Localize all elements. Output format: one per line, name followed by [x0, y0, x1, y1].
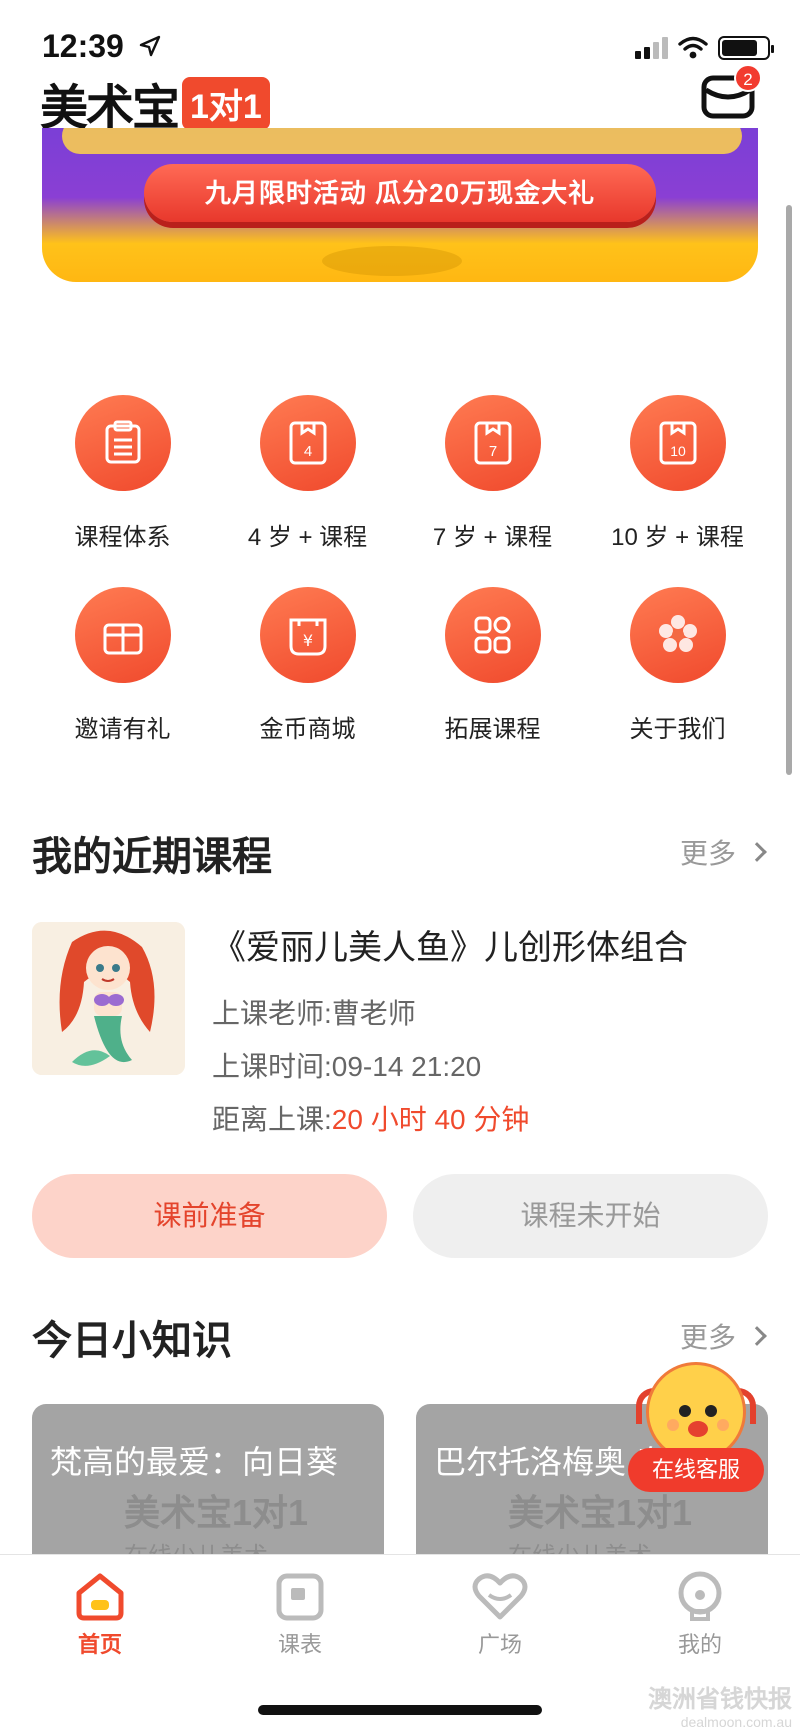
scrollbar[interactable] — [786, 205, 792, 775]
tab-label: 课表 — [277, 1632, 322, 1657]
heart-icon — [472, 1573, 528, 1620]
banner-decoration — [322, 246, 462, 276]
home-indicator[interactable] — [258, 1705, 542, 1715]
course-time: 上课时间:09-14 21:20 — [212, 1051, 482, 1082]
coin-bag-icon: ¥ — [289, 618, 326, 656]
course-teacher: 上课老师:曹老师 — [212, 998, 416, 1029]
more-label: 更多 — [679, 838, 736, 869]
card-watermark-sub: 在线少儿美术 — [124, 1536, 268, 1554]
grid-item-age-7[interactable]: 7 7 岁 + 课程 — [400, 395, 585, 587]
logo-badge: 1对1 — [182, 76, 270, 130]
banner-headline-strip — [62, 128, 742, 154]
home-icon — [76, 1573, 124, 1621]
grid-item-extend-course[interactable]: 拓展课程 — [400, 587, 585, 779]
online-service-float[interactable]: 在线客服 — [628, 1362, 768, 1498]
grid-label: 邀请有礼 — [74, 716, 171, 743]
course-thumbnail[interactable] — [32, 922, 185, 1075]
book-7-icon: 7 — [474, 421, 511, 465]
grid-label: 拓展课程 — [444, 716, 541, 743]
grid-item-about-us[interactable]: 关于我们 — [585, 587, 770, 779]
banner-promo-pill: 九月限时活动 瓜分20万现金大礼 — [144, 164, 656, 222]
status-bar: 12:39 — [0, 0, 800, 70]
svg-text:7: 7 — [488, 443, 496, 460]
schedule-icon — [276, 1573, 324, 1621]
countdown-value: 20 小时 40 分钟 — [331, 1104, 530, 1135]
cellular-signal-icon — [635, 37, 668, 59]
status-time: 12:39 — [42, 28, 124, 64]
tab-label: 首页 — [77, 1632, 122, 1657]
wifi-icon — [678, 36, 708, 59]
tab-mine[interactable]: 我的 — [640, 1571, 760, 1659]
grid-item-coin-mall[interactable]: ¥ 金币商城 — [215, 587, 400, 779]
feature-grid: 课程体系 4 4 岁 + 课程 7 7 岁 + 课程 10 10 岁 + 课程 … — [30, 395, 770, 779]
more-label: 更多 — [679, 1322, 736, 1353]
book-4-icon: 4 — [289, 421, 326, 465]
today-knowledge-title: 今日小知识 — [32, 1319, 232, 1363]
grid-label: 课程体系 — [74, 524, 171, 551]
book-10-icon: 10 — [659, 421, 696, 465]
message-count-badge: 2 — [734, 64, 762, 92]
online-service-button[interactable]: 在线客服 — [628, 1448, 764, 1492]
clipboard-icon — [105, 420, 140, 464]
tab-label: 我的 — [677, 1632, 722, 1657]
svg-text:4: 4 — [303, 443, 311, 460]
mermaid-illustration — [32, 922, 185, 1075]
bottom-tab-bar: 首页 课表 广场 我的 澳洲省钱快报 dealmoon.com.au — [0, 1554, 800, 1733]
tab-label: 广场 — [477, 1632, 522, 1657]
grid-item-age-4[interactable]: 4 4 岁 + 课程 — [215, 395, 400, 587]
gift-icon — [103, 623, 142, 655]
svg-text:¥: ¥ — [302, 631, 312, 650]
grid-item-age-10[interactable]: 10 10 岁 + 课程 — [585, 395, 770, 587]
flower-icon — [658, 615, 697, 652]
recent-more-link[interactable]: 更多 — [679, 832, 767, 872]
apps-grid-icon — [474, 616, 510, 654]
grid-label: 10 岁 + 课程 — [611, 524, 744, 551]
app-header: 美术宝 1对1 2 — [0, 62, 800, 136]
grid-label: 关于我们 — [629, 716, 726, 743]
recent-courses-title: 我的近期课程 — [32, 835, 272, 879]
chevron-right-icon — [747, 1326, 767, 1346]
knowledge-more-link[interactable]: 更多 — [679, 1316, 767, 1356]
knowledge-card-title: 梵高的最爱：向日葵 — [50, 1444, 339, 1480]
promo-banner[interactable]: 九月限时活动 瓜分20万现金大礼 — [42, 128, 758, 282]
svg-text:10: 10 — [670, 443, 686, 459]
knowledge-card[interactable]: 美术宝1对1 在线少儿美术 梵高的最爱：向日葵 — [32, 1404, 384, 1554]
watermark-line2: dealmoon.com.au — [680, 1714, 792, 1730]
battery-icon — [718, 36, 774, 60]
course-name[interactable]: 《爱丽儿美人鱼》儿创形体组合 — [212, 920, 688, 969]
pre-class-prep-button[interactable]: 课前准备 — [32, 1174, 387, 1258]
profile-icon — [678, 1571, 722, 1621]
card-watermark-sub: 在线少儿美术 — [508, 1536, 652, 1554]
grid-item-course-system[interactable]: 课程体系 — [30, 395, 215, 587]
grid-label: 金币商城 — [259, 716, 356, 743]
watermark-line1: 澳洲省钱快报 — [648, 1686, 792, 1713]
tab-square[interactable]: 广场 — [440, 1571, 560, 1659]
tab-home[interactable]: 首页 — [40, 1571, 160, 1659]
location-arrow-icon — [139, 35, 161, 57]
grid-label: 4 岁 + 课程 — [247, 524, 368, 551]
site-watermark: 澳洲省钱快报 dealmoon.com.au — [648, 1679, 792, 1730]
tab-schedule[interactable]: 课表 — [240, 1571, 360, 1659]
chevron-right-icon — [747, 842, 767, 862]
grid-item-invite[interactable]: 邀请有礼 — [30, 587, 215, 779]
mascot-avatar — [646, 1362, 746, 1462]
card-watermark: 美术宝1对1 — [124, 1492, 309, 1533]
grid-label: 7 岁 + 课程 — [432, 524, 553, 551]
class-not-started-button[interactable]: 课程未开始 — [413, 1174, 768, 1258]
countdown-label: 距离上课: — [212, 1104, 332, 1135]
course-countdown: 距离上课:20 小时 40 分钟 — [212, 1098, 529, 1138]
